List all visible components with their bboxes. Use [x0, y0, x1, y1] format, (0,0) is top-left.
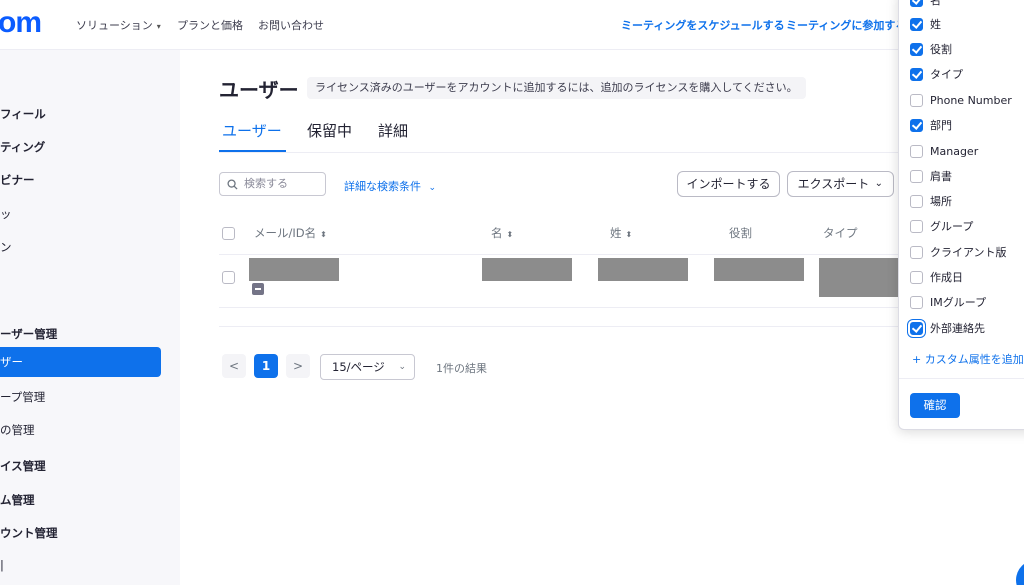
checkbox-checked-icon[interactable] [910, 322, 923, 335]
nav-solutions-label: ソリューション [76, 19, 153, 32]
nav-plans[interactable]: プランと価格 [177, 17, 243, 33]
checkbox-checked-icon[interactable] [910, 18, 923, 31]
table-bottom-divider [219, 326, 899, 327]
checkbox-unchecked-icon[interactable] [910, 195, 923, 208]
column-option-label: 名 [930, 0, 941, 7]
select-all-checkbox[interactable] [222, 227, 235, 240]
row-checkbox[interactable] [222, 271, 235, 284]
sidebar-section-user-management: ーザー管理 [0, 327, 58, 341]
app-root: om ソリューション ▾ プランと価格 お問い合わせ ミーティングをスケジュールす… [0, 0, 1024, 585]
checkbox-checked-icon[interactable] [910, 43, 923, 56]
checkbox-unchecked-icon[interactable] [910, 94, 923, 107]
sidebar-item-users[interactable]: ザー [0, 347, 161, 377]
tab-users[interactable]: ユーザー [222, 120, 282, 141]
column-option-label: クライアント版 [930, 246, 1007, 259]
advanced-search-link[interactable]: 詳細な検索条件 ⌄ [344, 178, 436, 194]
page-1-button[interactable]: 1 [254, 354, 278, 378]
checkbox-checked-icon[interactable] [910, 119, 923, 132]
column-option-label: 部門 [930, 119, 952, 132]
prev-page-button[interactable]: < [222, 354, 246, 378]
column-option-label: Manager [930, 145, 979, 158]
license-notice: ライセンス済みのユーザーをアカウントに追加するには、追加のライセンスを購入してく… [307, 77, 806, 99]
chevron-down-icon: ▾ [156, 22, 161, 31]
export-label: エクスポート [797, 177, 870, 191]
table-row-divider [219, 307, 899, 308]
sort-icon: ⬍ [506, 230, 514, 239]
redacted-email [249, 258, 339, 281]
redacted-role [714, 258, 804, 281]
checkbox-unchecked-icon[interactable] [910, 296, 923, 309]
redacted-type [819, 258, 899, 297]
advanced-search-label: 詳細な検索条件 [344, 180, 421, 193]
page-title: ユーザー [219, 78, 299, 102]
next-page-button[interactable]: > [286, 354, 310, 378]
checkbox-unchecked-icon[interactable] [910, 246, 923, 259]
sidebar-item-group-management[interactable]: ープ管理 [0, 389, 45, 405]
column-option-label: IMグループ [930, 296, 987, 309]
redacted-first-name [482, 258, 572, 281]
column-header-label: 名 [491, 226, 503, 240]
column-header-last-name[interactable]: 姓 ⬍ [610, 225, 632, 241]
chevron-down-icon: ⌄ [428, 183, 437, 193]
add-custom-attribute-link[interactable]: + カスタム属性を追加 [912, 351, 1024, 367]
column-option-label: 作成日 [930, 271, 963, 284]
sidebar-item-device-management[interactable]: イス管理 [0, 458, 46, 474]
checkbox-unchecked-icon[interactable] [910, 170, 923, 183]
column-option-label: Phone Number [930, 94, 1012, 107]
sidebar-item-partial-1[interactable]: ッ [0, 206, 12, 222]
sidebar-item-partial-2[interactable]: ン [0, 239, 12, 255]
table-header-divider [219, 254, 899, 255]
chevron-down-icon: ⌄ [874, 178, 883, 189]
checkbox-unchecked-icon[interactable] [910, 145, 923, 158]
result-count: 1件の結果 [436, 362, 487, 375]
tab-details[interactable]: 詳細 [378, 120, 408, 141]
column-header-label: メール/ID名 [254, 226, 317, 240]
column-header-email[interactable]: メール/ID名 ⬍ [254, 225, 327, 241]
sidebar-item-webinars[interactable]: ビナー [0, 172, 35, 188]
sidebar-item-role-management[interactable]: の管理 [0, 422, 35, 438]
confirm-button[interactable]: 確認 [910, 393, 960, 418]
sidebar-item-account-management[interactable]: ウント管理 [0, 525, 58, 541]
chevron-down-icon: ⌄ [398, 362, 406, 372]
column-option-label: 肩書 [930, 170, 952, 183]
sidebar-item-room-management[interactable]: ム管理 [0, 492, 35, 508]
column-option-label: 役割 [930, 43, 952, 56]
top-navbar: om ソリューション ▾ プランと価格 お問い合わせ ミーティングをスケジュールす… [0, 0, 1024, 50]
schedule-meeting-link[interactable]: ミーティングをスケジュールする [621, 17, 785, 33]
tab-divider [219, 152, 909, 153]
import-button[interactable]: インポートする [677, 171, 780, 197]
popup-divider [899, 378, 1024, 379]
column-header-type: タイプ [823, 226, 858, 240]
search-icon [227, 179, 238, 190]
column-option-label: 場所 [930, 195, 952, 208]
sidebar-item-meetings[interactable]: ティング [0, 139, 45, 155]
user-badge-icon [252, 283, 264, 295]
checkbox-unchecked-icon[interactable] [910, 271, 923, 284]
export-button[interactable]: エクスポート ⌄ [787, 171, 894, 197]
sidebar-item-profile[interactable]: フィール [0, 106, 46, 122]
sort-icon: ⬍ [625, 230, 633, 239]
redacted-last-name [598, 258, 688, 281]
column-option-label: タイプ [930, 68, 963, 81]
checkbox-checked-icon[interactable] [910, 68, 923, 81]
help-chat-button[interactable] [1016, 560, 1024, 585]
column-option-label: グループ [930, 220, 974, 233]
tab-pending[interactable]: 保留中 [307, 120, 352, 141]
nav-contact[interactable]: お問い合わせ [258, 17, 324, 33]
column-header-label: 姓 [610, 226, 622, 240]
checkbox-unchecked-icon[interactable] [910, 220, 923, 233]
checkbox-checked-icon[interactable] [910, 0, 923, 7]
sort-icon: ⬍ [320, 230, 327, 239]
nav-solutions[interactable]: ソリューション ▾ [76, 17, 161, 33]
column-option-label: 姓 [930, 18, 941, 31]
zoom-logo[interactable]: om [0, 6, 42, 40]
per-page-select[interactable]: 15/ページ ⌄ [320, 354, 415, 380]
per-page-value: 15/ページ [332, 360, 385, 374]
column-option-label: 外部連絡先 [930, 322, 985, 335]
column-header-role: 役割 [729, 226, 752, 240]
sidebar-item-partial-3[interactable]: | [0, 558, 4, 572]
column-header-first-name[interactable]: 名 ⬍ [491, 225, 513, 241]
sidebar: フィール ティング ビナー ッ ン ーザー管理 ザー ープ管理 の管理 イス管理… [0, 50, 180, 585]
join-meeting-link[interactable]: ミーティングに参加する [786, 17, 906, 33]
